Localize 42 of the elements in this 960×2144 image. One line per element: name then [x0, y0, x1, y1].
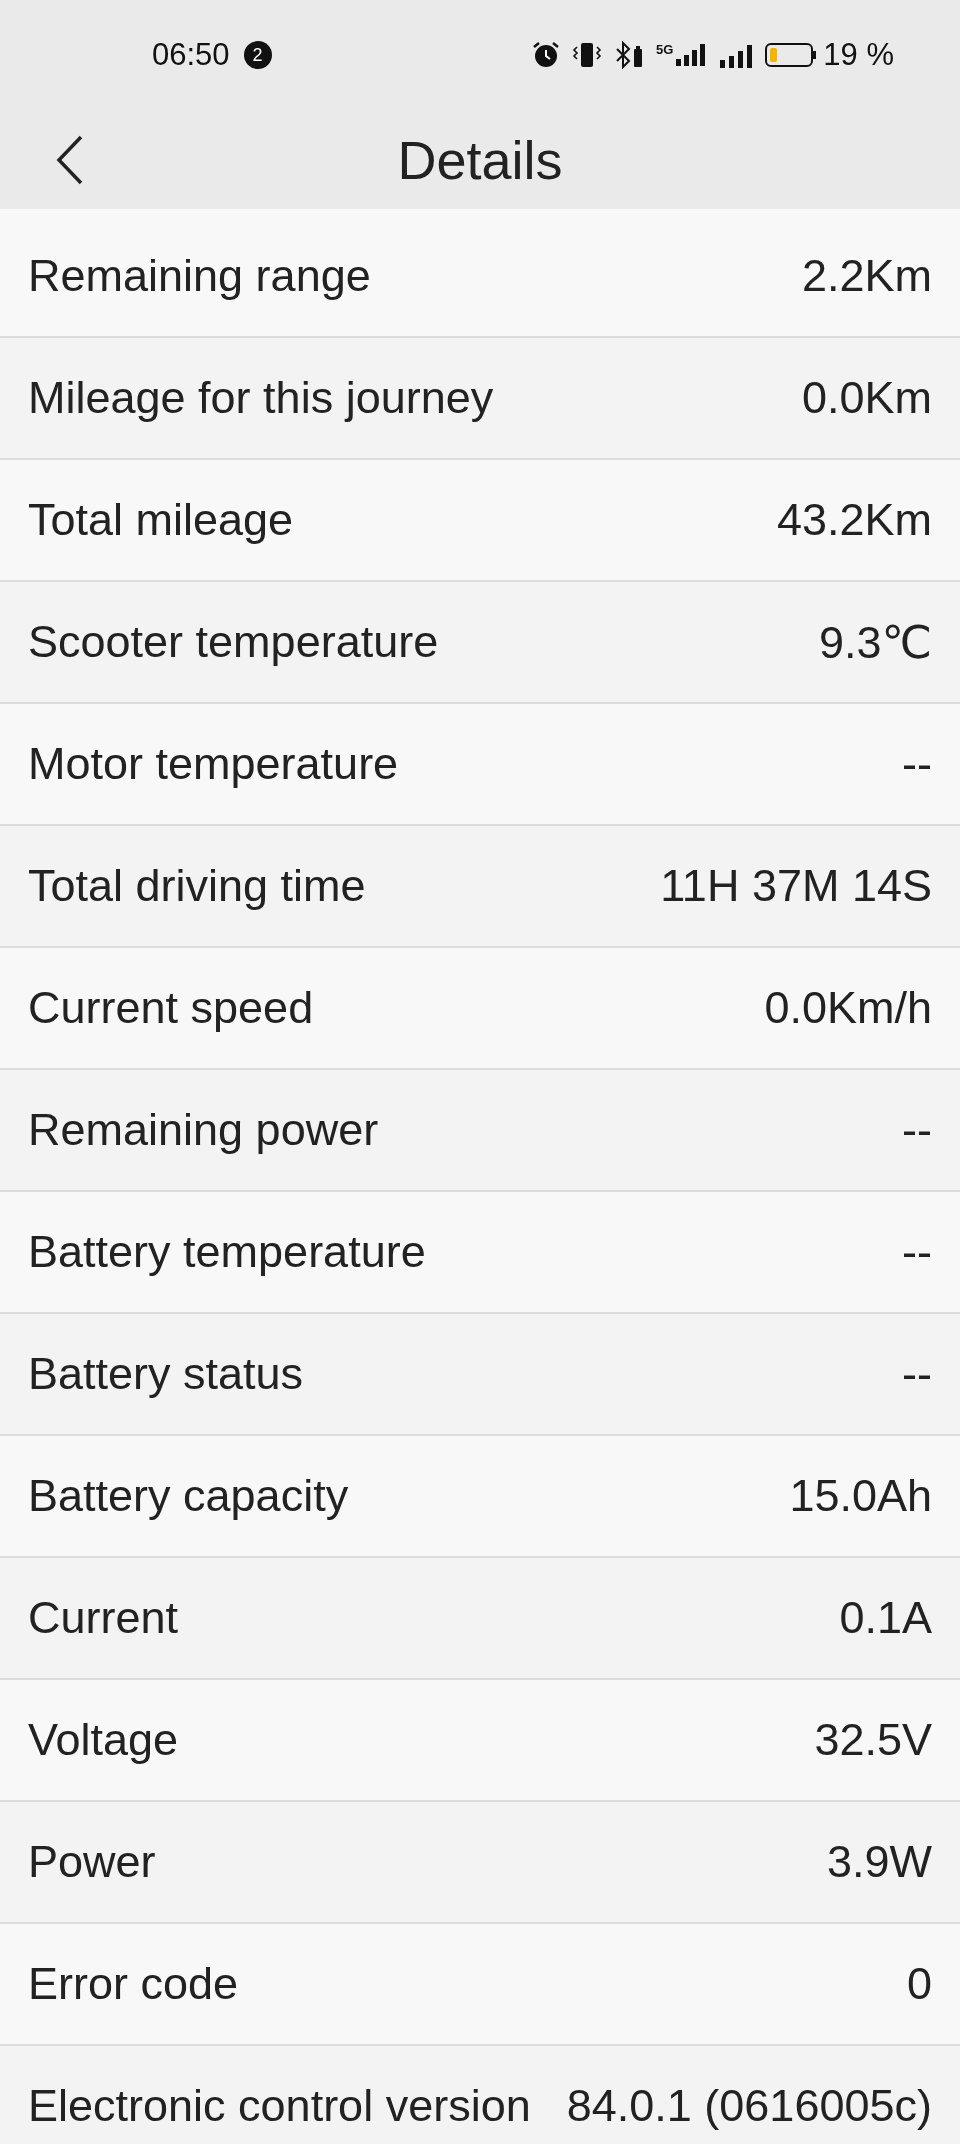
- row-value: 2.2Km: [801, 250, 932, 302]
- row-value: 9.3℃: [818, 615, 932, 669]
- signal-icon: [675, 43, 708, 67]
- row-label: Remaining range: [28, 250, 371, 302]
- row-value: --: [902, 738, 932, 790]
- row-value: 0.1A: [839, 1592, 932, 1644]
- row-value: --: [902, 1348, 932, 1400]
- row-label: Total mileage: [28, 494, 294, 546]
- row-value: 0.0Km/h: [764, 982, 932, 1034]
- vibrate-icon: [572, 41, 602, 69]
- row-label: Total driving time: [28, 860, 366, 912]
- row-value: 0.0Km: [801, 372, 932, 424]
- status-time: 06:50: [152, 37, 230, 73]
- row-value: 0: [906, 1958, 932, 2010]
- row-label: Current speed: [28, 982, 314, 1034]
- bluetooth-icon: [614, 41, 644, 69]
- row-label: Mileage for this journey: [28, 372, 494, 424]
- row-label: Battery capacity: [28, 1470, 349, 1522]
- page-title: Details: [397, 128, 563, 191]
- notification-badge: 2: [243, 41, 272, 69]
- row-value: 32.5V: [814, 1714, 932, 1766]
- row-label: Battery status: [28, 1348, 304, 1400]
- row-value: 15.0Ah: [789, 1470, 932, 1522]
- row-value: 84.0.1 (0616005c): [566, 2080, 932, 2132]
- row-value: --: [902, 1226, 932, 1278]
- row-value: --: [902, 1104, 932, 1156]
- network-type: 5G: [656, 43, 674, 56]
- row-label: Scooter temperature: [28, 616, 439, 668]
- row-label: Current: [28, 1592, 179, 1644]
- row-value: 11H 37M 14S: [660, 860, 932, 912]
- row-label: Voltage: [28, 1714, 179, 1766]
- battery-percentage: 19 %: [823, 37, 894, 73]
- battery-icon: [765, 41, 818, 69]
- row-label: Remaining power: [28, 1104, 379, 1156]
- row-value: 3.9W: [826, 1836, 932, 1888]
- alarm-icon: [532, 41, 560, 69]
- row-label: Error code: [28, 1958, 239, 2010]
- row-value: 43.2Km: [776, 494, 932, 546]
- row-label: Motor temperature: [28, 738, 399, 790]
- row-label: Battery temperature: [28, 1226, 426, 1278]
- row-label: Power: [28, 1836, 156, 1888]
- row-label: Electronic control version: [28, 2080, 531, 2132]
